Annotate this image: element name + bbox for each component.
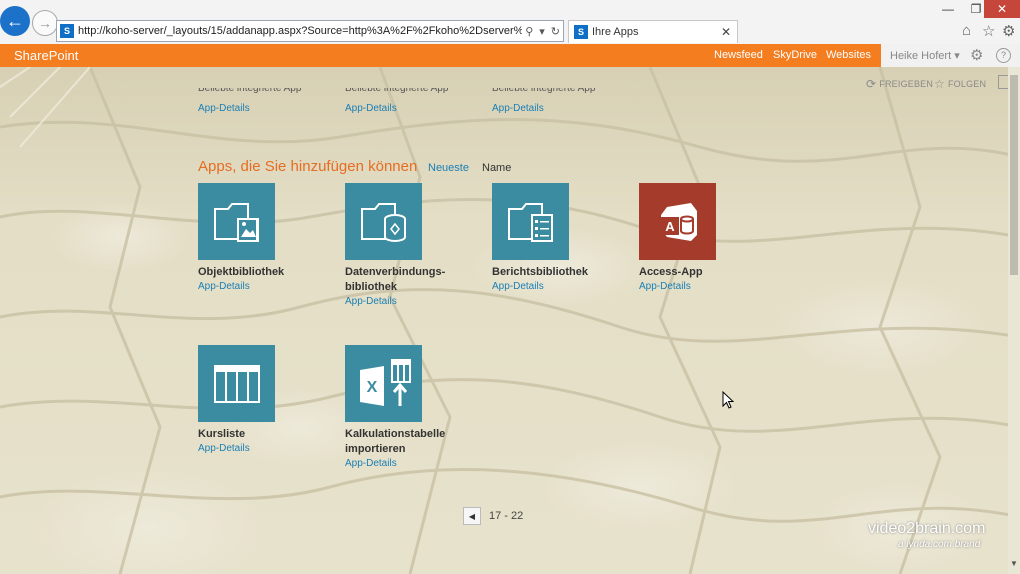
- suite-bar: SharePoint Newsfeed SkyDrive Websites He…: [0, 44, 1020, 67]
- caret-left-icon: ◀: [468, 511, 476, 521]
- tile-name[interactable]: Objektbibliothek: [198, 265, 308, 280]
- tile-name[interactable]: Access-App: [639, 265, 749, 280]
- app-details-link[interactable]: App-Details: [492, 281, 602, 292]
- browser-chrome: ← → S http://koho-server/_layouts/15/add…: [0, 0, 1020, 45]
- partial-tile-2: Beliebte integrierte App App-Details: [345, 88, 448, 114]
- tab-ihre-apps[interactable]: S Ihre Apps ✕: [568, 20, 738, 43]
- sharepoint-brand[interactable]: SharePoint: [14, 48, 78, 63]
- sort-name-link[interactable]: Name: [482, 162, 511, 174]
- access-icon[interactable]: A: [639, 183, 716, 260]
- previous-page-button[interactable]: ◀: [463, 507, 481, 525]
- partial-tile-3: Beliebte integrierte App App-Details: [492, 88, 595, 114]
- watermark-logo: video2brain.com: [868, 520, 986, 537]
- address-url[interactable]: http://koho-server/_layouts/15/addanapp.…: [78, 25, 522, 37]
- follow-label: FOLGEN: [947, 79, 987, 89]
- minimize-button[interactable]: —: [934, 0, 962, 18]
- app-tile-berichtsbibliothek[interactable]: Berichtsbibliothek App-Details: [492, 183, 602, 292]
- pager: ◀ 17 - 22: [463, 507, 523, 525]
- follow-button[interactable]: ☆ FOLGEN: [934, 77, 986, 91]
- folder-image-icon[interactable]: [198, 183, 275, 260]
- tile-name[interactable]: Datenverbindungs-bibliothek: [345, 265, 455, 295]
- help-icon[interactable]: ?: [996, 48, 1011, 63]
- dropdown-icon[interactable]: ▾: [539, 25, 545, 38]
- favorites-star-icon[interactable]: ☆: [982, 22, 995, 40]
- share-label: FREIGEBEN: [879, 79, 934, 89]
- svg-text:A: A: [665, 219, 675, 234]
- user-menu[interactable]: Heike Hofert ▾: [890, 49, 960, 62]
- partial-tile-name: Beliebte integrierte App: [345, 88, 449, 94]
- partial-tile-name: Beliebte integrierte App: [198, 88, 302, 94]
- search-icon[interactable]: ⚲: [525, 25, 533, 38]
- mouse-cursor-icon: [722, 391, 734, 409]
- back-button[interactable]: ←: [0, 6, 30, 36]
- app-tile-objektbibliothek[interactable]: Objektbibliothek App-Details: [198, 183, 308, 292]
- section-title: Apps, die Sie hinzufügen können: [198, 158, 418, 175]
- app-details-link[interactable]: App-Details: [639, 281, 749, 292]
- partial-tile-name: Beliebte integrierte App: [492, 88, 596, 94]
- tab-title: Ihre Apps: [592, 26, 639, 38]
- app-details-link[interactable]: App-Details: [345, 458, 455, 469]
- star-icon: ☆: [934, 77, 945, 91]
- watermark-tagline: a lynda.com brand: [898, 539, 981, 550]
- scroll-down-icon[interactable]: ▼: [1010, 559, 1018, 568]
- address-bar[interactable]: S http://koho-server/_layouts/15/addanap…: [56, 20, 564, 42]
- table-list-icon[interactable]: [198, 345, 275, 422]
- close-window-button[interactable]: ✕: [984, 0, 1020, 18]
- app-details-link[interactable]: App-Details: [198, 443, 308, 454]
- app-tile-kalkulationstabelle-importieren[interactable]: X Kalkulationstabelle importieren App-Det…: [345, 345, 455, 469]
- suite-link-newsfeed[interactable]: Newsfeed: [714, 49, 763, 61]
- app-tile-datenverbindungsbibliothek[interactable]: Datenverbindungs-bibliothek App-Details: [345, 183, 455, 307]
- share-icon: ⟳: [866, 77, 877, 91]
- svg-text:X: X: [366, 379, 377, 396]
- refresh-icon[interactable]: ↻: [551, 25, 560, 38]
- tile-name[interactable]: Berichtsbibliothek: [492, 265, 602, 280]
- tile-name[interactable]: Kalkulationstabelle importieren: [345, 427, 455, 457]
- page-range: 17 - 22: [489, 510, 524, 522]
- share-button[interactable]: ⟳ FREIGEBEN: [866, 77, 933, 91]
- app-details-link[interactable]: App-Details: [492, 103, 595, 114]
- suite-link-skydrive[interactable]: SkyDrive: [773, 49, 817, 61]
- partial-tile-1: Beliebte integrierte App App-Details: [198, 88, 301, 114]
- app-details-link[interactable]: App-Details: [345, 103, 448, 114]
- folder-report-icon[interactable]: [492, 183, 569, 260]
- vertical-scrollbar[interactable]: ▼: [1008, 67, 1020, 574]
- forward-button[interactable]: →: [32, 10, 58, 36]
- sharepoint-favicon-icon: S: [574, 25, 588, 39]
- stone-texture: [0, 67, 1020, 574]
- suite-user-area: Heike Hofert ▾ ⚙ ?: [881, 44, 1020, 67]
- excel-import-icon[interactable]: X: [345, 345, 422, 422]
- settings-gear-icon[interactable]: ⚙: [970, 46, 983, 64]
- app-details-link[interactable]: App-Details: [198, 103, 301, 114]
- app-tile-access-app[interactable]: A Access-App App-Details: [639, 183, 749, 292]
- arrow-left-icon: ←: [6, 10, 24, 31]
- folder-database-icon[interactable]: [345, 183, 422, 260]
- app-tile-kursliste[interactable]: Kursliste App-Details: [198, 345, 308, 454]
- sharepoint-favicon-icon: S: [60, 24, 74, 38]
- arrow-right-icon: →: [38, 15, 52, 31]
- app-details-link[interactable]: App-Details: [198, 281, 308, 292]
- scrollbar-thumb[interactable]: [1010, 75, 1018, 275]
- close-tab-icon[interactable]: ✕: [721, 25, 731, 39]
- gear-icon[interactable]: ⚙: [1002, 22, 1015, 40]
- suite-link-websites[interactable]: Websites: [826, 49, 871, 61]
- tile-name[interactable]: Kursliste: [198, 427, 308, 442]
- sort-newest-link[interactable]: Neueste: [428, 162, 469, 174]
- app-details-link[interactable]: App-Details: [345, 296, 455, 307]
- page-background: [0, 67, 1020, 574]
- home-icon[interactable]: ⌂: [962, 22, 971, 39]
